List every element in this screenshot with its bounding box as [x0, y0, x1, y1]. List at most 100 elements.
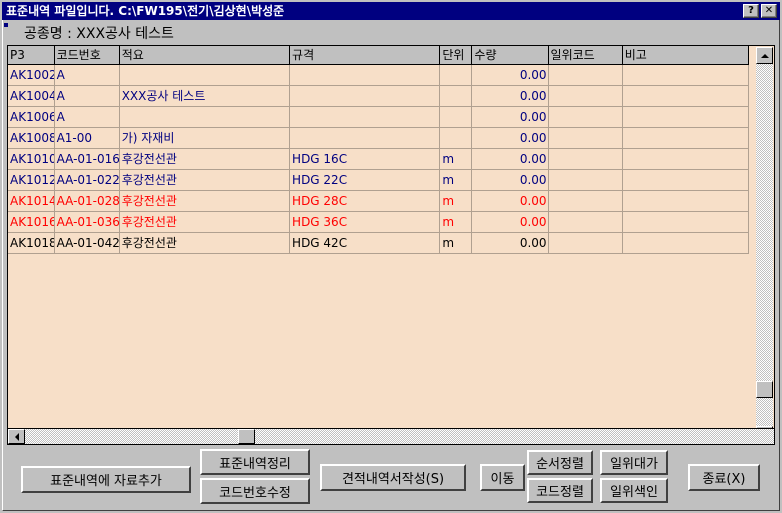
vertical-scroll-thumb[interactable]	[756, 381, 773, 399]
cell-spec[interactable]	[289, 85, 441, 107]
cell-desc[interactable]: 후강전선관	[119, 169, 291, 191]
column-header-unit[interactable]: 단위	[439, 46, 473, 65]
cell-note[interactable]	[622, 106, 750, 128]
cell-qty[interactable]: 0.00	[471, 85, 549, 107]
cell-p3[interactable]: AK1010	[8, 148, 55, 170]
cell-note[interactable]	[622, 85, 750, 107]
cell-desc[interactable]: 후강전선관	[119, 148, 291, 170]
help-icon[interactable]: ?	[743, 4, 759, 18]
column-header-ucode[interactable]: 일위코드	[548, 46, 623, 65]
table-row[interactable]: AK1014 AA-01-028 후강전선관 HDG 28C m 0.00	[8, 190, 750, 212]
exit-button[interactable]: 종료(X)	[688, 464, 760, 491]
cell-p3[interactable]: AK1002	[8, 64, 55, 86]
cell-p3[interactable]: AK1004	[8, 85, 55, 107]
cell-p3[interactable]: AK1016	[8, 211, 55, 233]
cell-desc[interactable]: 후강전선관	[119, 211, 291, 233]
edit-code-number-button[interactable]: 코드번호수정	[200, 478, 310, 504]
table-row[interactable]: AK1002 A 0.00	[8, 64, 750, 86]
scroll-up-button[interactable]	[756, 47, 773, 64]
cell-qty[interactable]: 0.00	[471, 190, 549, 212]
column-header-p3[interactable]: P3	[8, 46, 55, 65]
cell-spec[interactable]: HDG 28C	[289, 190, 441, 212]
cell-desc[interactable]: 후강전선관	[119, 232, 291, 254]
cell-ucode[interactable]	[548, 148, 623, 170]
cell-spec[interactable]: HDG 36C	[289, 211, 441, 233]
cell-ucode[interactable]	[548, 106, 623, 128]
cell-code[interactable]: A	[54, 85, 120, 107]
cell-note[interactable]	[622, 232, 750, 254]
add-to-standard-button[interactable]: 표준내역에 자료추가	[21, 466, 191, 493]
cell-unit[interactable]: m	[439, 148, 473, 170]
cell-qty[interactable]: 0.00	[471, 64, 549, 86]
cell-spec[interactable]: HDG 42C	[289, 232, 441, 254]
column-header-note[interactable]: 비고	[622, 46, 750, 65]
cell-note[interactable]	[622, 64, 750, 86]
cell-spec[interactable]: HDG 22C	[289, 169, 441, 191]
cell-ucode[interactable]	[548, 169, 623, 191]
cell-spec[interactable]	[289, 127, 441, 149]
close-icon[interactable]: ✕	[761, 4, 777, 18]
cell-qty[interactable]: 0.00	[471, 148, 549, 170]
cell-code[interactable]: AA-01-042	[54, 232, 120, 254]
cell-code[interactable]: AA-01-022	[54, 169, 120, 191]
cell-unit[interactable]	[439, 64, 473, 86]
scroll-left-button[interactable]	[8, 429, 25, 444]
cell-ucode[interactable]	[548, 127, 623, 149]
column-header-desc[interactable]: 적요	[119, 46, 291, 65]
cell-qty[interactable]: 0.00	[471, 169, 549, 191]
cell-note[interactable]	[622, 148, 750, 170]
cell-code[interactable]: AA-01-028	[54, 190, 120, 212]
sort-code-button[interactable]: 코드정렬	[527, 478, 593, 503]
cell-note[interactable]	[622, 169, 750, 191]
cell-ucode[interactable]	[548, 64, 623, 86]
horizontal-scroll-thumb[interactable]	[238, 429, 255, 444]
table-row[interactable]: AK1016 AA-01-036 후강전선관 HDG 36C m 0.00	[8, 211, 750, 233]
cell-ucode[interactable]	[548, 211, 623, 233]
vertical-scroll-track[interactable]	[756, 64, 773, 426]
cell-code[interactable]: A	[54, 106, 120, 128]
cell-p3[interactable]: AK1014	[8, 190, 55, 212]
cell-desc[interactable]: 가) 자재비	[119, 127, 291, 149]
cell-spec[interactable]	[289, 106, 441, 128]
cell-ucode[interactable]	[548, 85, 623, 107]
vertical-scrollbar[interactable]	[756, 47, 773, 442]
cell-ucode[interactable]	[548, 190, 623, 212]
cell-code[interactable]: AA-01-016	[54, 148, 120, 170]
cell-unit[interactable]	[439, 106, 473, 128]
cell-qty[interactable]: 0.00	[471, 106, 549, 128]
table-row[interactable]: AK1010 AA-01-016 후강전선관 HDG 16C m 0.00	[8, 148, 750, 170]
cell-note[interactable]	[622, 190, 750, 212]
cell-unit[interactable]: m	[439, 169, 473, 191]
cell-p3[interactable]: AK1018	[8, 232, 55, 254]
cell-ucode[interactable]	[548, 232, 623, 254]
cell-desc[interactable]: XXX공사 테스트	[119, 85, 291, 107]
cell-code[interactable]: AA-01-036	[54, 211, 120, 233]
move-button[interactable]: 이동	[480, 464, 525, 491]
table-row[interactable]: AK1012 AA-01-022 후강전선관 HDG 22C m 0.00	[8, 169, 750, 191]
cell-unit[interactable]	[439, 127, 473, 149]
unit-price-button[interactable]: 일위대가	[600, 450, 668, 475]
column-header-qty[interactable]: 수량	[471, 46, 549, 65]
cell-desc[interactable]	[119, 106, 291, 128]
cell-code[interactable]: A1-00	[54, 127, 120, 149]
table-row[interactable]: AK1004 A XXX공사 테스트 0.00	[8, 85, 750, 107]
column-header-spec[interactable]: 규격	[289, 46, 441, 65]
cell-unit[interactable]: m	[439, 232, 473, 254]
table-row[interactable]: AK1006 A 0.00	[8, 106, 750, 128]
cell-desc[interactable]	[119, 64, 291, 86]
cell-qty[interactable]: 0.00	[471, 232, 549, 254]
cell-qty[interactable]: 0.00	[471, 211, 549, 233]
cell-unit[interactable]: m	[439, 190, 473, 212]
cell-spec[interactable]	[289, 64, 441, 86]
table-row[interactable]: AK1008 A1-00 가) 자재비 0.00	[8, 127, 750, 149]
column-header-code[interactable]: 코드번호	[54, 46, 120, 65]
cell-qty[interactable]: 0.00	[471, 127, 549, 149]
horizontal-scrollbar[interactable]	[7, 428, 775, 445]
organize-standard-button[interactable]: 표준내역정리	[200, 449, 310, 475]
cell-unit[interactable]: m	[439, 211, 473, 233]
table-row[interactable]: AK1018 AA-01-042 후강전선관 HDG 42C m 0.00	[8, 232, 750, 254]
cell-note[interactable]	[622, 127, 750, 149]
cell-p3[interactable]: AK1012	[8, 169, 55, 191]
cell-p3[interactable]: AK1008	[8, 127, 55, 149]
cell-p3[interactable]: AK1006	[8, 106, 55, 128]
